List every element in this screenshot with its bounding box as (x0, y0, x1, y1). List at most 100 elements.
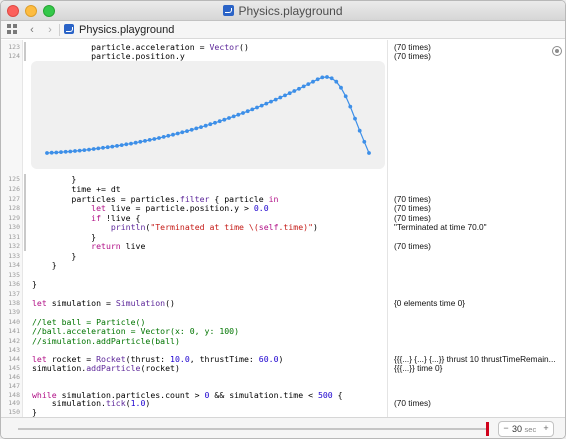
increase-duration-button[interactable]: + (541, 423, 551, 433)
data-point[interactable] (292, 89, 297, 93)
data-point[interactable] (147, 138, 152, 142)
data-point[interactable] (208, 122, 213, 127)
data-point[interactable] (133, 140, 138, 145)
code-fold-marker[interactable] (24, 231, 26, 241)
data-point[interactable] (287, 91, 292, 96)
data-point[interactable] (63, 149, 68, 154)
data-point[interactable] (166, 133, 171, 138)
data-point[interactable] (68, 149, 73, 154)
data-point[interactable] (213, 120, 217, 125)
data-point[interactable] (362, 139, 367, 144)
data-point[interactable] (124, 142, 129, 147)
data-point[interactable] (138, 139, 143, 144)
data-point[interactable] (278, 95, 283, 100)
timeline-slider-thumb[interactable] (486, 422, 489, 436)
data-point[interactable] (259, 103, 264, 108)
timeline-slider-track[interactable] (18, 428, 488, 430)
data-point[interactable] (301, 84, 306, 89)
data-point[interactable] (264, 101, 269, 106)
data-point[interactable] (231, 114, 236, 119)
code-fold-marker[interactable] (24, 212, 26, 222)
forward-chevron-icon[interactable]: › (44, 23, 56, 37)
data-point[interactable] (180, 130, 185, 135)
code-text[interactable]: //ball.acceleration = Vector(x: 0, y: 10… (32, 326, 239, 336)
data-point[interactable] (161, 135, 166, 139)
data-point[interactable] (87, 147, 91, 152)
data-point[interactable] (353, 116, 357, 121)
data-point[interactable] (194, 126, 199, 131)
data-point[interactable] (348, 104, 353, 109)
data-point[interactable] (203, 123, 208, 128)
data-point[interactable] (110, 144, 115, 149)
code-text[interactable]: } (32, 260, 57, 270)
data-point[interactable] (334, 79, 339, 84)
data-point[interactable] (329, 76, 334, 81)
result-value[interactable]: "Terminated at time 70.0" (394, 222, 487, 232)
code-text[interactable]: time += dt (32, 184, 120, 194)
code-fold-marker[interactable] (24, 183, 26, 194)
data-point[interactable] (367, 151, 371, 155)
data-point[interactable] (49, 150, 54, 155)
data-point[interactable] (245, 109, 250, 114)
data-point[interactable] (255, 105, 259, 110)
data-point[interactable] (73, 149, 77, 153)
data-point[interactable] (152, 137, 157, 141)
code-fold-marker[interactable] (24, 202, 26, 213)
code-text[interactable]: println("Terminated at time \(self.time)… (32, 222, 318, 232)
related-items-grid-icon[interactable] (6, 23, 20, 37)
data-point[interactable] (306, 82, 311, 86)
data-point[interactable] (241, 111, 245, 115)
data-point[interactable] (96, 146, 101, 151)
data-point[interactable] (119, 143, 124, 147)
data-point[interactable] (297, 86, 301, 91)
data-point[interactable] (250, 107, 255, 112)
code-text[interactable]: } (32, 407, 37, 417)
data-point[interactable] (222, 117, 227, 122)
timeline-duration-stepper[interactable]: − 30 sec + (498, 421, 554, 437)
data-point[interactable] (325, 75, 329, 79)
breadcrumb[interactable]: Physics.playground (64, 24, 174, 36)
data-point[interactable] (269, 99, 273, 104)
data-point[interactable] (236, 112, 241, 117)
data-point[interactable] (91, 147, 96, 151)
data-point[interactable] (82, 148, 87, 152)
code-text[interactable]: let live = particle.position.y > 0.0 (32, 203, 268, 213)
data-point[interactable] (77, 148, 82, 153)
result-value[interactable]: (70 times) (394, 203, 431, 213)
data-point[interactable] (105, 145, 110, 150)
code-text[interactable]: return live (32, 241, 145, 251)
data-point[interactable] (320, 75, 325, 80)
code-text[interactable]: } (32, 174, 76, 184)
data-point[interactable] (171, 132, 175, 137)
data-point[interactable] (189, 127, 194, 132)
decrease-duration-button[interactable]: − (501, 423, 511, 433)
data-point[interactable] (283, 93, 287, 98)
data-point[interactable] (101, 145, 105, 150)
data-point[interactable] (115, 144, 119, 148)
result-value[interactable]: (70 times) (394, 51, 431, 61)
data-point[interactable] (129, 141, 133, 146)
result-value[interactable]: (70 times) (394, 241, 431, 251)
data-point[interactable] (199, 125, 203, 129)
code-fold-marker[interactable] (24, 240, 26, 251)
code-text[interactable]: particle.position.y (32, 51, 185, 61)
data-point[interactable] (273, 97, 278, 102)
back-chevron-icon[interactable]: ‹ (26, 23, 38, 37)
code-fold-marker[interactable] (24, 193, 26, 203)
data-point[interactable] (143, 139, 147, 143)
data-point[interactable] (217, 119, 222, 124)
data-point[interactable] (227, 116, 231, 120)
data-point[interactable] (315, 77, 320, 82)
data-point[interactable] (175, 131, 180, 136)
code-fold-marker[interactable] (24, 221, 26, 232)
data-point[interactable] (339, 85, 343, 90)
data-point[interactable] (59, 150, 63, 154)
data-point[interactable] (343, 94, 348, 99)
code-text[interactable]: } (32, 279, 37, 289)
code-fold-marker[interactable] (24, 174, 26, 184)
data-point[interactable] (357, 128, 362, 133)
data-point[interactable] (54, 150, 59, 155)
data-point[interactable] (45, 151, 49, 155)
data-point[interactable] (157, 136, 161, 140)
code-fold-marker[interactable] (24, 42, 26, 61)
